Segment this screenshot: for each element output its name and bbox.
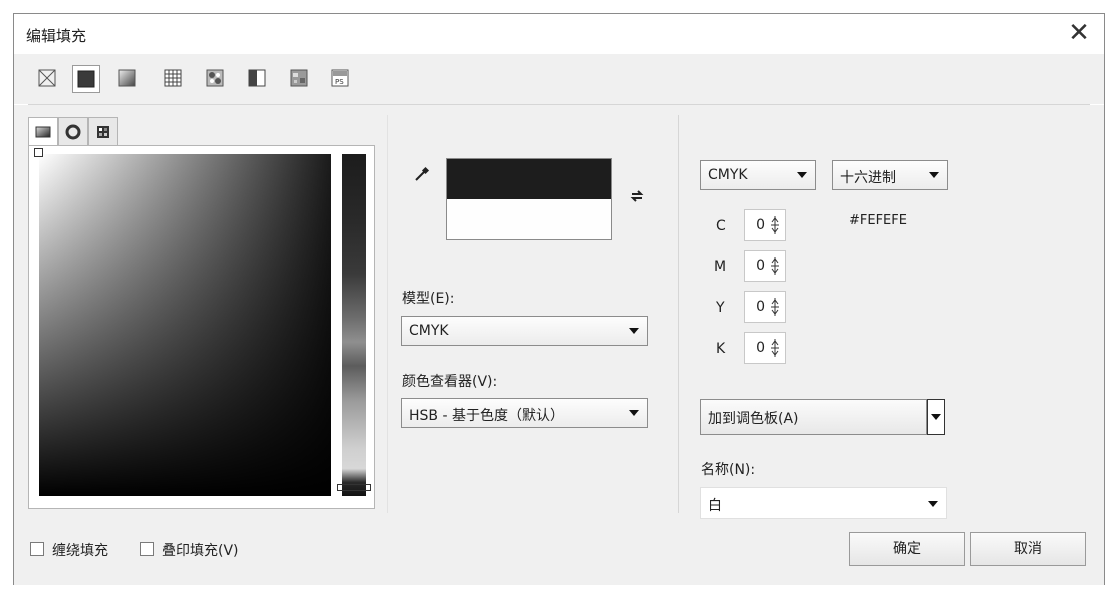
color-square[interactable] [39,154,331,496]
value-model-select[interactable]: CMYK [700,160,816,190]
viewer-select-value: HSB - 基于色度（默认） [409,408,564,424]
overprint-fill-label: 叠印填充(V) [162,543,239,559]
channel-c-label: C [716,218,726,234]
model-select-value: CMYK [409,323,449,339]
name-field-value: 白 [708,498,722,514]
overprint-fill-checkbox[interactable] [140,542,154,556]
ok-button[interactable]: 确定 [849,532,965,566]
chevron-down-icon [797,172,807,178]
svg-text:PS: PS [335,78,344,86]
uniform-fill-icon[interactable] [72,65,100,93]
edit-fill-dialog: 编辑填充 ✕ PS 模型(E): CMYK 颜色查看器(V): HSB - 基于… [13,13,1105,585]
color-viewer-tab-icon[interactable] [28,117,58,147]
old-color-swatch [447,159,611,199]
channel-c-value: 0 [756,217,765,233]
chevron-down-icon[interactable] [928,501,938,507]
fill-content: 模型(E): CMYK 颜色查看器(V): HSB - 基于色度（默认） CMY… [14,105,1104,523]
model-label: 模型(E): [402,291,455,307]
texture-fill-icon[interactable] [287,66,311,90]
add-to-palette-dropdown[interactable] [927,399,945,435]
model-select[interactable]: CMYK [401,316,648,346]
chevron-down-icon [931,414,941,420]
wrap-fill-label: 缠绕填充 [52,543,108,559]
spinner-icon[interactable] [771,215,779,235]
channel-k-field[interactable]: 0 [744,332,786,364]
wrap-fill-checkbox[interactable] [30,542,44,556]
chevron-down-icon [629,328,639,334]
viewer-label: 颜色查看器(V): [402,374,498,390]
vector-pattern-fill-icon[interactable] [161,66,185,90]
viewer-select[interactable]: HSB - 基于色度（默认） [401,398,648,428]
color-wheel-tab-icon[interactable] [58,117,88,145]
hue-slider-handle[interactable] [337,484,371,491]
add-to-palette-label: 加到调色板(A) [708,411,799,427]
no-fill-icon[interactable] [35,66,59,90]
channel-k-label: K [716,341,726,357]
swap-colors-icon[interactable] [630,189,644,207]
color-swatch-preview [446,158,612,240]
value-format-select-value: 十六进制 [840,170,896,186]
chevron-down-icon [929,172,939,178]
hex-value: #FEFEFE [849,213,907,228]
color-square-marker[interactable] [34,148,43,157]
channel-m-field[interactable]: 0 [744,250,786,282]
divider-right [678,115,679,513]
channel-y-field[interactable]: 0 [744,291,786,323]
name-field[interactable]: 白 [700,487,947,519]
value-format-select[interactable]: 十六进制 [832,160,948,190]
spinner-icon[interactable] [771,256,779,276]
channel-c-field[interactable]: 0 [744,209,786,241]
dialog-footer: 缠绕填充 叠印填充(V) 确定 取消 [14,523,1104,585]
new-color-swatch [447,199,611,239]
title-bar: 编辑填充 ✕ [14,14,1104,54]
channel-m-value: 0 [756,258,765,274]
spinner-icon[interactable] [771,338,779,358]
value-model-select-value: CMYK [708,167,748,183]
channel-y-value: 0 [756,299,765,315]
postscript-fill-icon[interactable]: PS [328,66,352,90]
hue-strip[interactable] [342,154,366,496]
name-label: 名称(N): [701,462,756,478]
divider-left [387,115,388,513]
cancel-button[interactable]: 取消 [970,532,1086,566]
eyedropper-icon[interactable] [413,165,431,187]
palette-tab-icon[interactable] [88,117,118,145]
fountain-fill-icon[interactable] [115,66,139,90]
spinner-icon[interactable] [771,297,779,317]
dialog-title: 编辑填充 [26,27,87,45]
bitmap-pattern-fill-icon[interactable] [203,66,227,90]
color-picker-panel [28,145,375,509]
two-color-pattern-fill-icon[interactable] [245,66,269,90]
chevron-down-icon [629,410,639,416]
add-to-palette-button[interactable]: 加到调色板(A) [700,399,927,435]
channel-m-label: M [714,259,727,275]
close-icon[interactable]: ✕ [1064,18,1094,48]
channel-y-label: Y [716,300,725,316]
channel-k-value: 0 [756,340,765,356]
fill-type-toolbar: PS [14,54,1104,104]
